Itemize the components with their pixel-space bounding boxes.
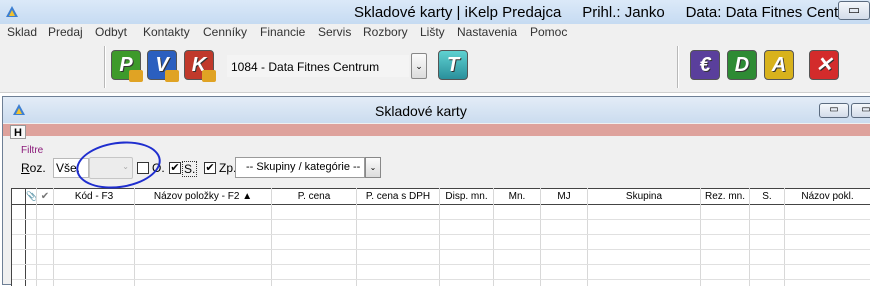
table-row[interactable] <box>12 250 870 265</box>
child-maximize-button[interactable]: ▭ <box>851 103 870 118</box>
zp-checkbox[interactable]: ✔ <box>204 162 216 174</box>
company-dropdown-button[interactable]: ⌄ <box>411 53 427 79</box>
minimize-button[interactable]: ▭ <box>838 1 870 20</box>
menu-financie[interactable]: Financie <box>260 25 305 39</box>
s-checkbox[interactable]: ✔ <box>169 162 181 174</box>
menu-servis[interactable]: Servis <box>318 25 351 39</box>
col-p-cena[interactable]: P. cena <box>271 189 356 204</box>
p-module-button[interactable]: P <box>111 50 143 82</box>
col-check[interactable]: ✔ <box>36 189 53 204</box>
col-nazov-polozky[interactable]: Názov položky - F2 ▲ <box>134 189 271 204</box>
group-category-select[interactable]: -- Skupiny / kategórie -- <box>235 157 365 178</box>
col-nazov-pokl[interactable]: Názov pokl. <box>784 189 870 204</box>
table-row[interactable] <box>12 205 870 220</box>
d-document-button[interactable]: D <box>727 50 757 80</box>
menu-predaj[interactable]: Predaj <box>48 25 83 39</box>
filter-section-label: Filtre <box>21 145 44 156</box>
k-module-button[interactable]: K <box>184 50 216 82</box>
col-attachment[interactable]: 📎 <box>25 189 36 204</box>
window-title: Skladové karty | iKelp Predajca Prihl.: … <box>354 4 864 21</box>
col-mj[interactable]: MJ <box>540 189 587 204</box>
app-logo-icon <box>6 6 18 17</box>
menu-nastavenia[interactable]: Nastavenia <box>457 25 517 39</box>
t-document-button[interactable]: T <box>438 50 468 80</box>
menu-pomoc[interactable]: Pomoc <box>530 25 567 39</box>
grid-header: 📎 ✔ Kód - F3 Názov položky - F2 ▲ P. cen… <box>12 188 870 205</box>
table-row[interactable] <box>12 220 870 235</box>
tab-strip <box>3 124 870 136</box>
child-minimize-button[interactable]: ▭ <box>819 103 849 118</box>
zp-label: Zp. <box>219 161 237 175</box>
s-label: S. <box>182 161 198 177</box>
child-window-icon <box>13 104 25 115</box>
menu-listy[interactable]: Lišty <box>420 25 445 39</box>
col-s[interactable]: S. <box>749 189 784 204</box>
toolbar: P V K 1084 - Data Fitnes Centrum ⌄ T € D… <box>0 42 870 93</box>
col-p-cena-dph[interactable]: P. cena s DPH <box>356 189 439 204</box>
roz-label: Roz. <box>21 161 46 175</box>
col-skupina[interactable]: Skupina <box>587 189 700 204</box>
items-grid[interactable]: 📎 ✔ Kód - F3 Názov položky - F2 ▲ P. cen… <box>11 188 870 286</box>
table-row[interactable] <box>12 265 870 280</box>
menu-bar: Sklad Predaj Odbyt Kontakty Cenníky Fina… <box>0 24 870 42</box>
menu-odbyt[interactable]: Odbyt <box>95 25 127 39</box>
child-title-bar: Skladové karty ▭ ▭ <box>3 97 870 123</box>
a-document-button[interactable]: A <box>764 50 794 80</box>
v-module-button[interactable]: V <box>147 50 179 82</box>
euro-button[interactable]: € <box>690 50 720 80</box>
close-app-button[interactable]: ✕ <box>809 50 839 80</box>
paperclip-icon: 📎 <box>26 191 36 201</box>
title-bar: Skladové karty | iKelp Predajca Prihl.: … <box>0 0 870 24</box>
col-kod[interactable]: Kód - F3 <box>53 189 134 204</box>
table-row[interactable] <box>12 235 870 250</box>
menu-sklad[interactable]: Sklad <box>7 25 37 39</box>
tab-h[interactable]: H <box>10 125 26 139</box>
col-selector[interactable] <box>12 189 25 204</box>
checkmark-icon: ✔ <box>40 191 50 202</box>
col-mn[interactable]: Mn. <box>493 189 540 204</box>
menu-cenniky[interactable]: Cenníky <box>203 25 247 39</box>
child-window-title: Skladové karty <box>375 103 467 119</box>
col-rez-mn[interactable]: Rez. mn. <box>700 189 749 204</box>
skladove-karty-window: Skladové karty ▭ ▭ H Filtre Roz. Vše. ⌄ … <box>2 96 870 286</box>
menu-rozbory[interactable]: Rozbory <box>363 25 408 39</box>
group-dropdown-button[interactable]: ⌄ <box>365 157 381 178</box>
company-select[interactable]: 1084 - Data Fitnes Centrum <box>226 54 410 78</box>
col-disp-mn[interactable]: Disp. mn. <box>439 189 493 204</box>
menu-kontakty[interactable]: Kontakty <box>143 25 190 39</box>
